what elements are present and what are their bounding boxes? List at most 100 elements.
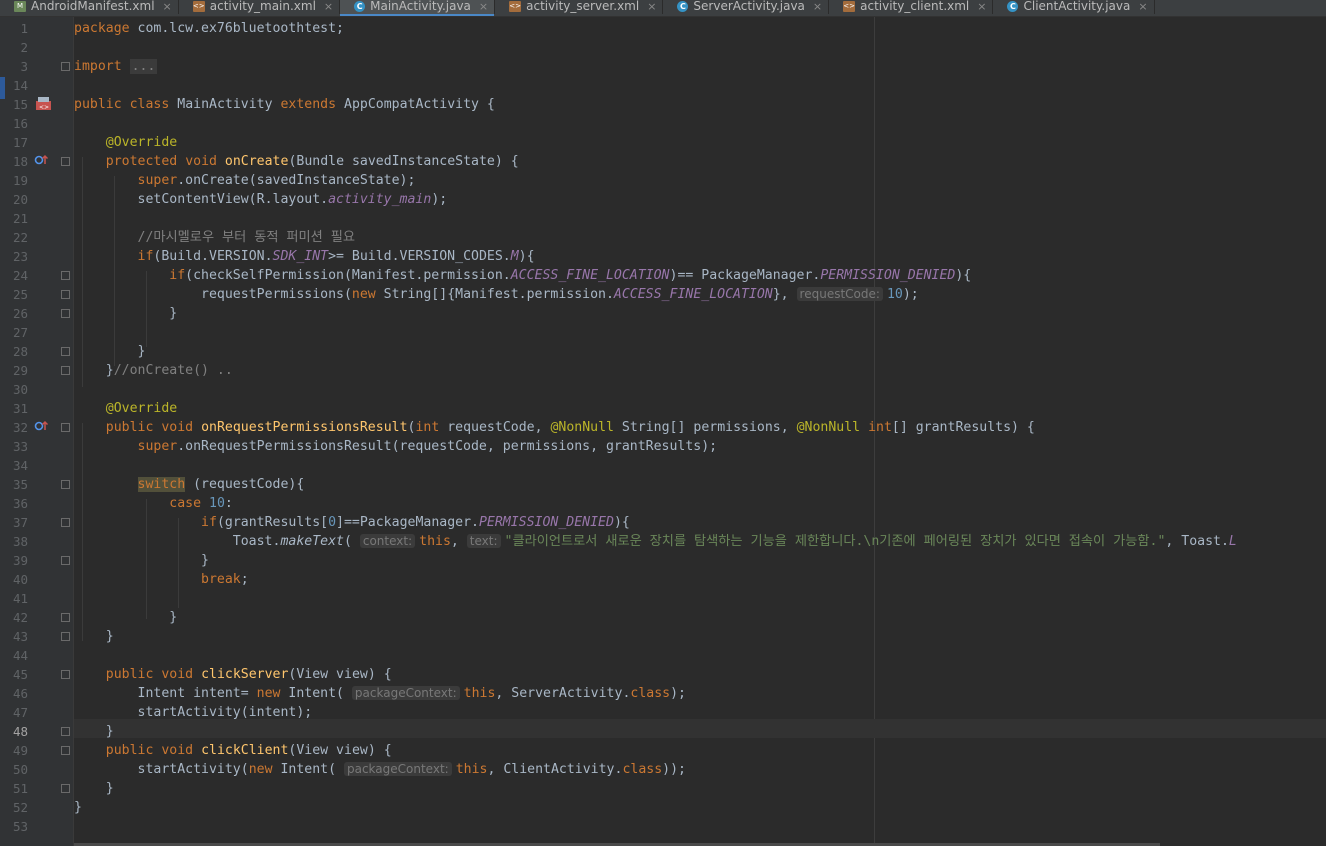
line-number: 28 xyxy=(12,344,28,359)
fold-collapse-icon[interactable] xyxy=(61,613,70,622)
line-number: 50 xyxy=(12,762,28,777)
android-activity-icon[interactable]: <> xyxy=(35,96,52,111)
close-icon[interactable]: × xyxy=(977,0,986,13)
line-number: 26 xyxy=(12,306,28,321)
line-number: 34 xyxy=(12,458,28,473)
tab-activity-client-xml[interactable]: <> activity_client.xml × xyxy=(829,0,994,14)
fold-collapse-icon[interactable] xyxy=(61,347,70,356)
tab-activity-server-xml[interactable]: <> activity_server.xml × xyxy=(495,0,664,14)
tab-label: MainActivity.java xyxy=(370,0,471,13)
close-icon[interactable]: × xyxy=(1138,0,1147,13)
code-line-1: package com.lcw.ex76bluetoothtest; xyxy=(74,21,344,36)
tab-main-activity-java[interactable]: C MainActivity.java × xyxy=(340,0,496,16)
line-number: 49 xyxy=(12,743,28,758)
java-class-icon: C xyxy=(1007,0,1019,12)
line-number: 35 xyxy=(12,477,28,492)
line-number: 52 xyxy=(12,800,28,815)
code-line-38: Toast.makeText( context: this, text: "클라이언… xyxy=(232,534,1237,549)
line-number: 16 xyxy=(12,116,28,131)
line-number: 2 xyxy=(20,40,28,55)
override-method-icon[interactable] xyxy=(34,420,49,435)
xml-file-icon: <> xyxy=(192,0,205,12)
folded-imports[interactable]: ... xyxy=(129,59,158,74)
code-line-15: public class MainActivity extends AppCom… xyxy=(74,97,495,112)
xml-file-icon: <> xyxy=(843,0,856,12)
override-method-icon[interactable] xyxy=(34,154,49,169)
line-number: 14 xyxy=(12,78,28,93)
code-line-29: }//onCreate() .. xyxy=(105,363,233,378)
code-editor[interactable]: package com.lcw.ex76bluetoothtest; impor… xyxy=(74,17,1326,846)
close-icon[interactable]: × xyxy=(813,0,822,13)
line-number-current: 48 xyxy=(12,724,28,739)
line-number: 22 xyxy=(12,230,28,245)
code-line-25: requestPermissions(new String[]{Manifest… xyxy=(201,287,919,302)
tab-label: AndroidManifest.xml xyxy=(31,0,155,13)
code-line-50: startActivity(new Intent( packageContext… xyxy=(137,762,686,777)
code-line-49: public void clickClient(View view) { xyxy=(105,743,392,758)
fold-collapse-icon[interactable] xyxy=(61,556,70,565)
fold-collapse-icon[interactable] xyxy=(61,727,70,736)
code-line-22: //마시멜로우 부터 동적 퍼미션 필요 xyxy=(137,230,356,245)
fold-collapse-icon[interactable] xyxy=(61,670,70,679)
line-number: 15 xyxy=(12,97,28,112)
line-number: 53 xyxy=(12,819,28,834)
tab-activity-main-xml[interactable]: <> activity_main.xml × xyxy=(179,0,341,14)
fold-collapse-icon[interactable] xyxy=(61,784,70,793)
code-line-19: super.onCreate(savedInstanceState); xyxy=(137,173,416,188)
parameter-hint: packageContext: xyxy=(351,686,460,700)
line-number: 19 xyxy=(12,173,28,188)
code-line-3: import ... xyxy=(74,59,158,74)
line-number: 24 xyxy=(12,268,28,283)
code-line-51: } xyxy=(105,781,114,796)
line-number: 23 xyxy=(12,249,28,264)
code-line-37: if(grantResults[0]==PackageManager.PERMI… xyxy=(201,515,630,530)
fold-collapse-icon[interactable] xyxy=(61,366,70,375)
code-line-48: } xyxy=(105,724,114,739)
line-number: 25 xyxy=(12,287,28,302)
editor-gutter[interactable]: 1 2 3 14 15 16 17 18 19 20 21 22 23 24 2… xyxy=(0,17,73,846)
fold-expand-icon[interactable] xyxy=(61,62,70,71)
tab-server-activity-java[interactable]: C ServerActivity.java × xyxy=(663,0,830,14)
code-line-32: public void onRequestPermissionsResult(i… xyxy=(105,420,1035,435)
code-line-33: super.onRequestPermissionsResult(request… xyxy=(137,439,718,454)
fold-collapse-icon[interactable] xyxy=(61,518,70,527)
line-number: 41 xyxy=(12,591,28,606)
java-class-icon: C xyxy=(354,0,366,12)
line-number: 45 xyxy=(12,667,28,682)
line-number: 36 xyxy=(12,496,28,511)
tab-client-activity-java[interactable]: C ClientActivity.java × xyxy=(993,0,1155,14)
close-icon[interactable]: × xyxy=(324,0,333,13)
fold-collapse-icon[interactable] xyxy=(61,480,70,489)
fold-collapse-icon[interactable] xyxy=(61,309,70,318)
fold-collapse-icon[interactable] xyxy=(61,271,70,280)
fold-collapse-icon[interactable] xyxy=(61,423,70,432)
code-line-20: setContentView(R.layout.activity_main); xyxy=(137,192,448,207)
line-number: 21 xyxy=(12,211,28,226)
fold-collapse-icon[interactable] xyxy=(61,746,70,755)
java-class-icon: C xyxy=(677,0,689,12)
line-number: 51 xyxy=(12,781,28,796)
code-line-23: if(Build.VERSION.SDK_INT>= Build.VERSION… xyxy=(137,249,535,264)
manifest-file-icon: M xyxy=(14,0,26,12)
line-number: 42 xyxy=(12,610,28,625)
code-line-42: } xyxy=(169,610,178,625)
fold-collapse-icon[interactable] xyxy=(61,632,70,641)
parameter-hint: context: xyxy=(359,534,416,548)
line-number: 40 xyxy=(12,572,28,587)
line-number: 43 xyxy=(12,629,28,644)
tab-label: activity_main.xml xyxy=(209,0,316,13)
tab-android-manifest[interactable]: M AndroidManifest.xml × xyxy=(0,0,179,14)
line-number: 27 xyxy=(12,325,28,340)
code-line-39: } xyxy=(201,553,209,568)
editor-tab-bar: M AndroidManifest.xml × <> activity_main… xyxy=(0,0,1326,17)
tab-label: ClientActivity.java xyxy=(1023,0,1131,13)
close-icon[interactable]: × xyxy=(479,0,488,13)
line-number: 33 xyxy=(12,439,28,454)
line-number: 30 xyxy=(12,382,28,397)
fold-collapse-icon[interactable] xyxy=(61,290,70,299)
fold-collapse-icon[interactable] xyxy=(61,157,70,166)
close-icon[interactable]: × xyxy=(647,0,656,13)
line-number: 18 xyxy=(12,154,28,169)
close-icon[interactable]: × xyxy=(163,0,172,13)
parameter-hint: requestCode: xyxy=(796,287,883,301)
